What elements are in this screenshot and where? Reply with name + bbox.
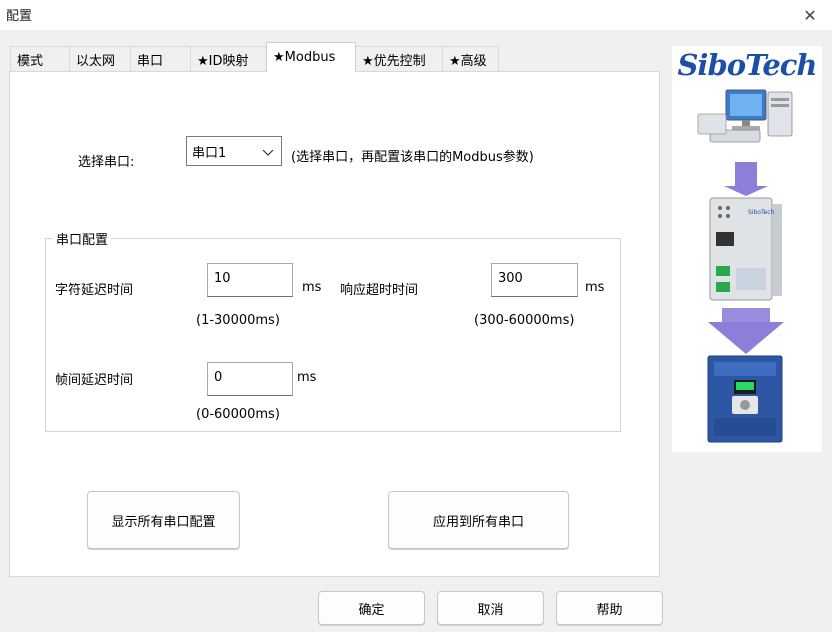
tab-strip: 模式 以太网 串口 ★ID映射 ★Modbus ★优先控制 ★高级 bbox=[10, 42, 499, 72]
char-delay-label: 字符延迟时间 bbox=[55, 283, 134, 298]
ok-button[interactable]: 确定 bbox=[318, 591, 425, 625]
response-timeout-value: 300 bbox=[498, 271, 523, 286]
gateway-device-icon: SiboTech bbox=[709, 197, 782, 301]
tab-mode[interactable]: 模式 bbox=[10, 46, 70, 72]
response-timeout-unit: ms bbox=[585, 280, 605, 295]
window-title: 配置 bbox=[6, 9, 33, 24]
tab-label: 串口 bbox=[137, 54, 164, 69]
char-delay-range: (1-30000ms) bbox=[196, 313, 280, 328]
show-all-config-button[interactable]: 显示所有串口配置 bbox=[87, 491, 240, 549]
ok-label: 确定 bbox=[358, 602, 385, 618]
close-button[interactable]: ✕ bbox=[788, 0, 832, 30]
tab-priority-control[interactable]: ★优先控制 bbox=[355, 46, 443, 72]
response-timeout-range: (300-60000ms) bbox=[474, 313, 575, 328]
serial-config-title: 串口配置 bbox=[53, 229, 112, 248]
tab-label: 模式 bbox=[17, 54, 44, 69]
tab-advanced[interactable]: ★高级 bbox=[442, 46, 499, 72]
port-select[interactable]: 串口1 bbox=[186, 136, 282, 166]
port-select-label: 选择串口: bbox=[78, 155, 135, 170]
svg-text:SiboTech: SiboTech bbox=[748, 209, 775, 216]
title-bar: 配置 ✕ bbox=[0, 0, 832, 30]
cancel-label: 取消 bbox=[477, 602, 504, 618]
tab-label: ★优先控制 bbox=[362, 54, 426, 69]
arrow-down-icon bbox=[708, 308, 784, 354]
response-timeout-label: 响应超时时间 bbox=[340, 283, 419, 298]
help-label: 帮助 bbox=[596, 602, 623, 618]
help-button[interactable]: 帮助 bbox=[556, 591, 663, 625]
modbus-panel: 选择串口: 串口1 (选择串口，再配置该串口的Modbus参数) 串口配置 字符… bbox=[9, 71, 660, 577]
tab-label: ★Modbus bbox=[273, 50, 336, 65]
frame-delay-unit: ms bbox=[297, 370, 317, 385]
port-select-hint: (选择串口，再配置该串口的Modbus参数) bbox=[291, 150, 534, 165]
frame-delay-input[interactable]: 0 bbox=[207, 362, 293, 396]
response-timeout-input[interactable]: 300 bbox=[491, 263, 578, 297]
frame-delay-range: (0-60000ms) bbox=[196, 407, 280, 422]
close-icon: ✕ bbox=[803, 5, 817, 25]
char-delay-value: 10 bbox=[214, 271, 231, 286]
apply-all-ports-button[interactable]: 应用到所有串口 bbox=[388, 491, 569, 549]
tab-modbus[interactable]: ★Modbus bbox=[266, 42, 356, 72]
computer-icon bbox=[697, 89, 793, 143]
tab-label: ★ID映射 bbox=[197, 54, 249, 69]
chevron-down-icon bbox=[262, 149, 274, 156]
frame-delay-value: 0 bbox=[214, 370, 223, 385]
inverter-device-icon bbox=[707, 355, 783, 443]
device-diagram: SiboTech bbox=[697, 89, 793, 443]
tab-serial[interactable]: 串口 bbox=[130, 46, 191, 72]
char-delay-unit: ms bbox=[302, 280, 322, 295]
show-all-config-label: 显示所有串口配置 bbox=[111, 514, 216, 530]
tab-label: 以太网 bbox=[76, 54, 116, 69]
tab-id-mapping[interactable]: ★ID映射 bbox=[190, 46, 267, 72]
arrow-down-icon bbox=[724, 162, 768, 196]
apply-all-ports-label: 应用到所有串口 bbox=[432, 514, 524, 530]
char-delay-input[interactable]: 10 bbox=[207, 263, 293, 297]
tab-ethernet[interactable]: 以太网 bbox=[69, 46, 131, 72]
brand-panel: SiboTech SiboTech bbox=[672, 46, 822, 452]
cancel-button[interactable]: 取消 bbox=[437, 591, 544, 625]
tab-label: ★高级 bbox=[449, 54, 487, 69]
port-select-value: 串口1 bbox=[192, 145, 227, 161]
frame-delay-label: 帧间延迟时间 bbox=[55, 373, 134, 388]
